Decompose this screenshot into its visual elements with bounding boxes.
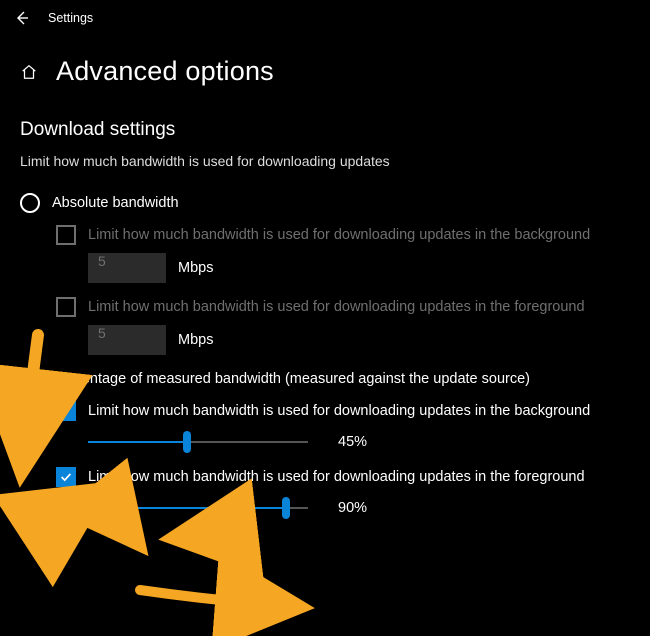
percentage-bg-limit-check[interactable]: Limit how much bandwidth is used for dow…	[56, 401, 630, 421]
percentage-bg-slider-row: 45%	[88, 431, 630, 453]
slider-fill	[88, 441, 187, 443]
slider-thumb[interactable]	[282, 497, 290, 519]
checkbox-label: Limit how much bandwidth is used for dow…	[88, 299, 585, 315]
window-title: Settings	[48, 11, 93, 25]
radio-icon	[20, 193, 40, 213]
section-description: Limit how much bandwidth is used for dow…	[20, 153, 630, 169]
checkbox-icon	[56, 401, 76, 421]
checkbox-label: Limit how much bandwidth is used for dow…	[88, 403, 590, 419]
checkbox-label: Limit how much bandwidth is used for dow…	[88, 469, 585, 485]
percentage-bg-slider[interactable]	[88, 431, 308, 453]
unit-label: Mbps	[178, 332, 213, 348]
absolute-bandwidth-option[interactable]: Absolute bandwidth	[20, 193, 630, 213]
absolute-fg-limit-check[interactable]: Limit how much bandwidth is used for dow…	[56, 297, 630, 317]
percentage-fg-slider-row: 90%	[88, 497, 630, 519]
back-icon[interactable]	[14, 10, 30, 26]
section-heading: Download settings	[20, 119, 630, 141]
unit-label: Mbps	[178, 260, 213, 276]
page-header: Advanced options	[0, 36, 650, 93]
radio-label: Absolute bandwidth	[52, 195, 179, 211]
page-title: Advanced options	[56, 56, 274, 87]
slider-value: 45%	[338, 434, 378, 450]
home-icon[interactable]	[20, 63, 38, 81]
checkbox-icon	[56, 297, 76, 317]
slider-fill	[88, 507, 286, 509]
slider-value: 90%	[338, 500, 378, 516]
absolute-fg-value-input[interactable]: 5	[88, 325, 166, 355]
percentage-fg-limit-check[interactable]: Limit how much bandwidth is used for dow…	[56, 467, 630, 487]
checkbox-icon	[56, 467, 76, 487]
absolute-bg-limit-check[interactable]: Limit how much bandwidth is used for dow…	[56, 225, 630, 245]
percentage-bandwidth-option[interactable]: Percentage of measured bandwidth (measur…	[20, 369, 630, 389]
download-settings-section: Download settings Limit how much bandwid…	[0, 93, 650, 519]
absolute-bg-value-input[interactable]: 5	[88, 253, 166, 283]
slider-thumb[interactable]	[183, 431, 191, 453]
checkbox-icon	[56, 225, 76, 245]
checkbox-label: Limit how much bandwidth is used for dow…	[88, 227, 590, 243]
percentage-fg-slider[interactable]	[88, 497, 308, 519]
absolute-bandwidth-block: Limit how much bandwidth is used for dow…	[56, 225, 630, 355]
percentage-bandwidth-block: Limit how much bandwidth is used for dow…	[56, 401, 630, 519]
radio-label: Percentage of measured bandwidth (measur…	[52, 371, 530, 387]
absolute-fg-input-row: 5 Mbps	[88, 325, 630, 355]
title-bar: Settings	[0, 0, 650, 36]
absolute-bg-input-row: 5 Mbps	[88, 253, 630, 283]
radio-icon	[20, 369, 40, 389]
